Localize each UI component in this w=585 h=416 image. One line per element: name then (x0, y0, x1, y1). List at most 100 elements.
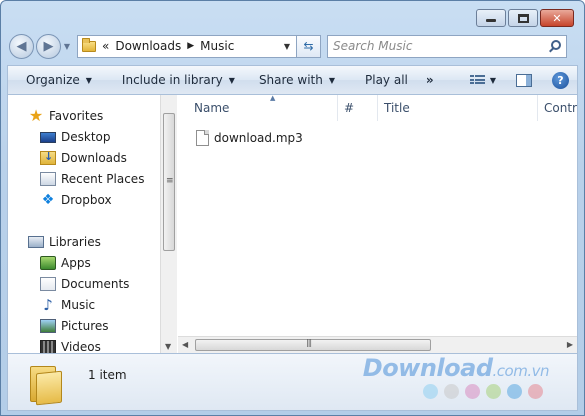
pictures-library-icon (40, 319, 56, 333)
change-view-button[interactable] (460, 66, 488, 94)
play-all-button[interactable]: Play all (345, 66, 418, 94)
column-header-contributing-artists[interactable]: Contrib (538, 95, 577, 121)
nav-desktop[interactable]: Desktop (40, 127, 111, 147)
nav-recent-places[interactable]: Recent Places (40, 169, 144, 189)
scrollbar-thumb[interactable] (195, 339, 431, 351)
navigation-pane: ★ Favorites Desktop Downloads Recent Plac… (8, 95, 160, 353)
breadcrumb-downloads[interactable]: Downloads (115, 39, 181, 53)
maximize-icon (517, 13, 529, 23)
watermark-dot (465, 384, 480, 399)
nav-favorites[interactable]: ★ Favorites (28, 106, 103, 126)
watermark-suffix: .com.vn (492, 362, 550, 380)
nav-label: Recent Places (61, 172, 145, 186)
address-bar[interactable]: « Downloads ▶ Music ▼ (77, 34, 297, 58)
nav-dropbox[interactable]: ❖ Dropbox (40, 190, 112, 210)
column-header-title[interactable]: Title (378, 95, 538, 121)
minimize-button[interactable] (476, 9, 506, 27)
search-placeholder: Search Music (333, 39, 413, 53)
breadcrumb-overflow[interactable]: « (102, 39, 109, 53)
nav-label: Music (61, 298, 96, 312)
nav-videos[interactable]: Videos (40, 337, 101, 353)
column-label: # (344, 101, 355, 115)
search-input[interactable]: Search Music (327, 34, 567, 58)
watermark-dot (486, 384, 501, 399)
horizontal-scrollbar[interactable]: ◀ ||| ▶ (178, 336, 577, 353)
include-in-library-button[interactable]: Include in library ▼ (102, 66, 245, 94)
help-icon: ? (552, 71, 569, 89)
videos-library-icon (40, 340, 56, 353)
more-commands-icon: » (425, 73, 434, 87)
file-row[interactable]: download.mp3 (196, 128, 303, 148)
refresh-button[interactable]: ⇆ (297, 34, 321, 58)
nav-label: Videos (61, 340, 101, 353)
nav-pictures[interactable]: Pictures (40, 316, 109, 336)
column-header-row: ▲ Name # Title Contrib (178, 95, 577, 121)
documents-library-icon (40, 277, 56, 291)
star-icon: ★ (28, 106, 44, 125)
command-bar: Organize ▼ Include in library ▼ Share with… (7, 65, 578, 95)
chevron-down-icon: ▼ (489, 75, 496, 85)
details-view-icon (469, 75, 485, 85)
back-button[interactable]: ◀ (9, 33, 34, 59)
nav-music[interactable]: ♪ Music (40, 295, 95, 315)
forward-button[interactable]: ▶ (36, 33, 61, 59)
watermark-brand: Download (362, 354, 493, 382)
play-all-label: Play all (365, 73, 408, 87)
column-header-name[interactable]: ▲ Name (188, 95, 338, 121)
recent-pages-dropdown[interactable]: ▼ (61, 42, 73, 51)
close-icon: ✕ (552, 11, 562, 25)
music-note-icon: ♪ (43, 296, 53, 314)
explorer-window: ✕ ◀ ▶ ▼ « Downloads ▶ Music ▼ ⇆ Search M… (0, 0, 585, 416)
breadcrumb-separator-icon[interactable]: ▶ (187, 41, 194, 51)
nav-label: Apps (61, 256, 91, 270)
include-in-library-label: Include in library (121, 73, 223, 87)
scroll-down-arrow-icon[interactable]: ▼ (165, 342, 171, 351)
watermark-dots (423, 384, 543, 399)
file-list-pane: ▲ Name # Title Contrib download.mp3 ◀ (178, 95, 577, 353)
chevron-down-icon: ▼ (228, 75, 235, 85)
sort-ascending-icon: ▲ (270, 95, 276, 102)
watermark-dot (423, 384, 438, 399)
close-button[interactable]: ✕ (540, 9, 574, 27)
view-options-dropdown[interactable]: ▼ (488, 66, 506, 94)
apps-library-icon (40, 256, 56, 270)
organize-button[interactable]: Organize ▼ (8, 66, 102, 94)
nav-downloads[interactable]: Downloads (40, 148, 127, 168)
downloads-folder-icon (40, 150, 56, 165)
chevron-down-icon: ▼ (328, 75, 335, 85)
share-with-button[interactable]: Share with ▼ (245, 66, 345, 94)
watermark-logo: Download.com.vn (362, 354, 550, 382)
maximize-button[interactable] (508, 9, 538, 27)
nav-pane-scrollbar[interactable]: ≡ ▼ (160, 95, 177, 353)
more-commands-button[interactable]: » (418, 66, 444, 94)
scrollbar-grip-icon: ||| (306, 338, 312, 347)
caption-buttons: ✕ (476, 9, 574, 27)
column-header-number[interactable]: # (338, 95, 378, 121)
breadcrumb-music[interactable]: Music (200, 39, 234, 53)
nav-label: Documents (61, 277, 130, 291)
scroll-right-arrow-icon[interactable]: ▶ (567, 340, 573, 349)
watermark-dot (507, 384, 522, 399)
details-pane: 1 item Download.com.vn (7, 353, 578, 411)
scrollbar-grip-icon: ≡ (166, 176, 174, 186)
view-controls: ▼ ? (460, 66, 577, 94)
watermark-dot (444, 384, 459, 399)
help-button[interactable]: ? (542, 66, 577, 94)
chevron-down-icon: ▼ (85, 75, 92, 85)
nav-documents[interactable]: Documents (40, 274, 129, 294)
nav-label: Dropbox (61, 193, 112, 207)
folder-icon (82, 37, 96, 52)
search-icon[interactable] (551, 39, 561, 50)
nav-label: Pictures (61, 319, 109, 333)
folder-large-icon (30, 362, 62, 406)
nav-libraries[interactable]: Libraries (28, 232, 101, 252)
address-row: ◀ ▶ ▼ « Downloads ▶ Music ▼ ⇆ Search Mus… (9, 33, 576, 59)
nav-label: Downloads (61, 151, 127, 165)
preview-pane-button[interactable] (506, 66, 542, 94)
address-dropdown-icon[interactable]: ▼ (284, 42, 290, 51)
nav-label: Libraries (49, 235, 101, 249)
nav-label: Desktop (61, 130, 111, 144)
nav-apps[interactable]: Apps (40, 253, 91, 273)
column-label: Name (194, 101, 230, 115)
scroll-left-arrow-icon[interactable]: ◀ (182, 340, 188, 349)
